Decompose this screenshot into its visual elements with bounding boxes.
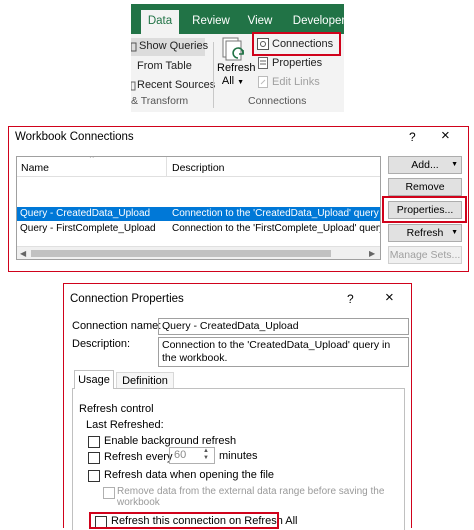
refresh-minutes-stepper[interactable]: 60 ▲ ▼ xyxy=(169,447,215,464)
scroll-left-icon[interactable]: ◀ xyxy=(20,247,26,259)
row-name: Query - FirstComplete_Upload xyxy=(20,223,156,234)
scrollbar-thumb[interactable] xyxy=(31,250,331,257)
remove-data-label: Remove data from the external data range… xyxy=(117,486,385,497)
refresh-control-label: Refresh control xyxy=(79,403,154,415)
show-queries-button[interactable]: Show Queries xyxy=(131,38,209,56)
get-transform-group-label: & Transform xyxy=(131,95,189,107)
table-row[interactable]: Query - CreatedData_Upload Connection to… xyxy=(17,207,381,221)
help-icon[interactable]: ? xyxy=(409,130,416,144)
show-queries-label: Show Queries xyxy=(139,40,209,52)
refresh-every-label: Refresh every xyxy=(104,451,173,463)
refresh-all-highlight-box xyxy=(89,512,279,529)
row-name: Query - CreatedData_Upload xyxy=(20,208,151,219)
edit-links-button[interactable]: Edit Links xyxy=(257,74,320,90)
description-field[interactable]: Connection to the 'CreatedData_Upload' q… xyxy=(158,337,409,367)
properties-ribbon-label: Properties xyxy=(272,57,323,69)
remove-button[interactable]: Remove xyxy=(388,178,462,196)
tab-developer[interactable]: Developer xyxy=(291,10,344,34)
connections-group-label: Connections xyxy=(248,95,307,107)
workbook-connections-dialog: Workbook Connections ? × Name ⌃ Descript… xyxy=(8,126,469,272)
excel-ribbon: Data Review View Developer Show Queries … xyxy=(131,4,344,112)
remove-data-label-2: workbook xyxy=(117,497,160,508)
properties-icon xyxy=(257,57,269,70)
tab-definition[interactable]: Definition xyxy=(116,372,174,388)
close-icon[interactable]: × xyxy=(441,127,450,144)
chevron-down-icon: ▼ xyxy=(451,229,458,236)
properties-highlight-box xyxy=(382,196,467,223)
refresh-every-checkbox[interactable] xyxy=(88,452,100,464)
chevron-down-icon: ▼ xyxy=(237,79,245,86)
connection-properties-dialog: Connection Properties ? × Connection nam… xyxy=(63,283,412,530)
horizontal-scrollbar[interactable]: ◀ ▶ xyxy=(17,246,380,259)
recent-sources-label: Recent Sources xyxy=(137,79,216,91)
from-table-button[interactable]: From Table xyxy=(137,58,192,74)
refresh-all-label-2: All xyxy=(221,75,235,87)
connections-list: Name ⌃ Description Query - CreatedData_U… xyxy=(16,156,381,260)
refresh-all-label: Refresh xyxy=(217,62,256,74)
connections-highlight-box xyxy=(252,32,341,56)
spin-down-icon[interactable]: ▼ xyxy=(203,455,209,461)
scroll-right-icon[interactable]: ▶ xyxy=(369,247,375,259)
sort-ascending-icon: ⌃ xyxy=(88,156,96,164)
last-refreshed-label: Last Refreshed: xyxy=(86,419,164,431)
add-button[interactable]: Add... ▼ xyxy=(388,156,462,174)
manage-sets-button-label: Manage Sets... xyxy=(389,249,461,261)
connection-name-field[interactable]: Query - CreatedData_Upload xyxy=(158,318,409,335)
tab-usage[interactable]: Usage xyxy=(74,370,114,389)
refresh-on-open-label: Refresh data when opening the file xyxy=(104,469,275,481)
column-header-description[interactable]: Description xyxy=(167,157,380,177)
remove-data-checkbox[interactable] xyxy=(103,487,115,499)
refresh-on-open-checkbox[interactable] xyxy=(88,470,100,482)
refresh-button-label: Refresh xyxy=(406,227,444,239)
enable-background-refresh-checkbox[interactable] xyxy=(88,436,100,448)
help-icon[interactable]: ? xyxy=(347,292,354,306)
dialog-title: Workbook Connections xyxy=(15,131,134,143)
description-label: Description: xyxy=(72,338,131,350)
remove-button-label: Remove xyxy=(405,181,445,193)
add-button-label: Add... xyxy=(411,159,439,171)
usage-tab-panel: Refresh control Last Refreshed: Enable b… xyxy=(72,388,405,530)
tab-data[interactable]: Data xyxy=(141,10,179,34)
enable-background-refresh-label: Enable background refresh xyxy=(104,435,237,447)
properties-ribbon-button[interactable]: Properties xyxy=(257,55,322,71)
spin-up-icon[interactable]: ▲ xyxy=(203,448,209,454)
table-grid-icon xyxy=(131,41,137,52)
minutes-label: minutes xyxy=(219,450,258,462)
chevron-down-icon: ▼ xyxy=(451,161,458,168)
row-description: Connection to the 'CreatedData_Upload' q… xyxy=(172,208,381,219)
group-divider xyxy=(213,42,214,108)
table-row[interactable]: Query - FirstComplete_Upload Connection … xyxy=(17,222,380,236)
tab-view[interactable]: View xyxy=(245,10,275,34)
ribbon-tab-bar: Data Review View Developer xyxy=(131,4,344,34)
recent-sources-button[interactable]: Recent Sources xyxy=(131,77,215,93)
edit-links-label: Edit Links xyxy=(272,76,320,88)
from-table-label: From Table xyxy=(137,60,192,72)
close-icon[interactable]: × xyxy=(385,289,394,306)
refresh-minutes-value: 60 xyxy=(174,449,187,461)
refresh-all-button[interactable]: Refresh All ▼ xyxy=(217,36,256,94)
refresh-all-icon xyxy=(220,36,246,62)
refresh-button[interactable]: Refresh ▼ xyxy=(388,224,462,242)
connection-name-label: Connection name: xyxy=(72,320,162,332)
tab-review[interactable]: Review xyxy=(191,10,231,34)
column-header-name-label: Name xyxy=(21,162,50,174)
manage-sets-button[interactable]: Manage Sets... xyxy=(388,246,462,264)
column-header-name[interactable]: Name ⌃ xyxy=(17,157,167,177)
dialog-title: Connection Properties xyxy=(70,293,184,305)
row-description: Connection to the 'FirstComplete_Upload'… xyxy=(172,223,380,234)
edit-links-icon xyxy=(257,76,269,89)
column-header-description-label: Description xyxy=(172,162,225,174)
